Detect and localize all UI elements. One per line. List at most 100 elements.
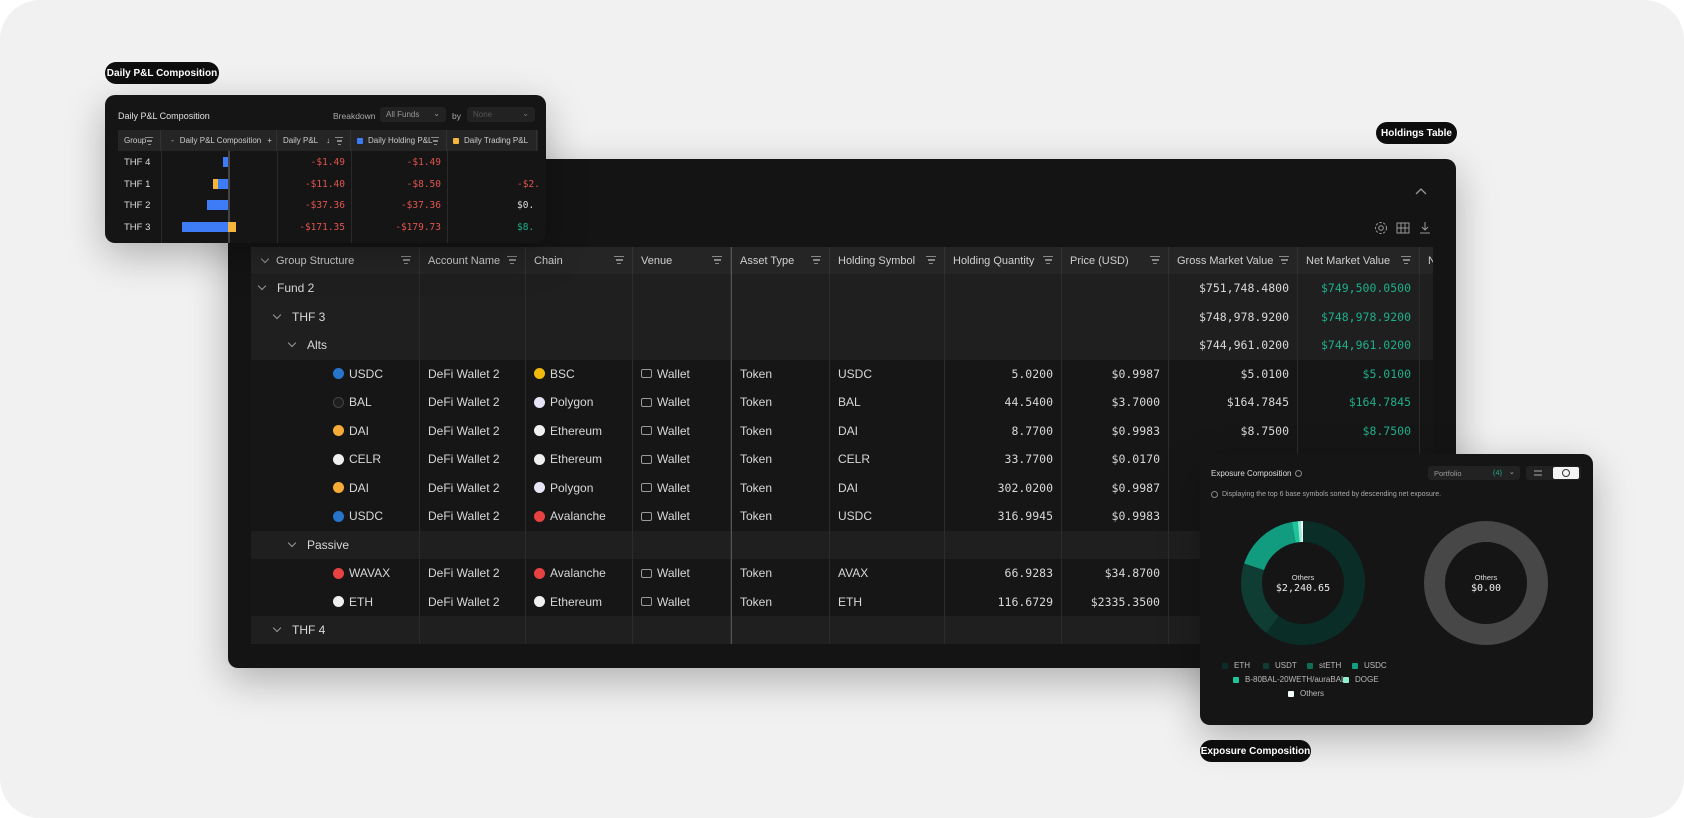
collapse-button[interactable]: - bbox=[171, 136, 174, 145]
chevron-down-icon[interactable] bbox=[272, 310, 282, 319]
pie-view-button[interactable] bbox=[1553, 467, 1579, 479]
filter-icon[interactable] bbox=[430, 137, 440, 146]
filter-icon[interactable] bbox=[811, 256, 821, 265]
table-row[interactable]: USDC DeFi Wallet 2 BSC Wallet Token USDC 5.020… bbox=[251, 359, 1433, 388]
table-row[interactable]: BAL DeFi Wallet 2 Polygon Wallet Token BAL 44.… bbox=[251, 388, 1433, 417]
group-row[interactable]: Fund 2 $751,748.4800 $749,500.0500 bbox=[251, 274, 1433, 303]
column-header[interactable]: Account Name bbox=[420, 247, 526, 274]
pnl-header-holding[interactable]: Daily Holding P&L bbox=[351, 130, 447, 151]
filter-icon[interactable] bbox=[1401, 256, 1411, 265]
legend-item[interactable]: ETH bbox=[1222, 661, 1250, 670]
account-text: DeFi Wallet 2 bbox=[428, 509, 500, 524]
cell-gross: $751,748.4800 bbox=[1169, 274, 1298, 303]
group-row[interactable]: Alts $744,961.0200 $744,961.0200 bbox=[251, 331, 1433, 360]
column-header[interactable]: Gross Market Value bbox=[1169, 247, 1298, 274]
column-header[interactable]: Net Market Value bbox=[1298, 247, 1420, 274]
pnl-title: Daily P&L Composition bbox=[118, 111, 210, 121]
qty-text: 316.9945 bbox=[997, 509, 1053, 524]
column-header[interactable]: Venue bbox=[633, 247, 731, 274]
token-icon bbox=[333, 368, 344, 380]
column-header[interactable]: Holding Quantity bbox=[945, 247, 1062, 274]
column-header[interactable]: Asset Type bbox=[731, 247, 830, 274]
pnl-group: THF 4 bbox=[124, 157, 151, 168]
cell-account: DeFi Wallet 2 bbox=[420, 587, 526, 616]
cell-price: $2335.3500 bbox=[1062, 587, 1169, 616]
pnl-header-group[interactable]: Group bbox=[118, 130, 161, 151]
wallet-icon bbox=[641, 597, 652, 607]
sort-desc-icon[interactable]: ↓ bbox=[326, 136, 330, 145]
cell-asset bbox=[731, 530, 830, 559]
legend-item[interactable]: Others bbox=[1288, 689, 1324, 698]
chevron-down-icon[interactable] bbox=[287, 339, 297, 348]
chevron-down-icon[interactable] bbox=[287, 538, 297, 547]
filter-icon[interactable] bbox=[614, 256, 624, 265]
column-header[interactable]: Holding Symbol bbox=[830, 247, 945, 274]
asset-text: Token bbox=[740, 594, 773, 609]
cell-net: $744,961.0200 bbox=[1298, 331, 1420, 360]
cell-venue: Wallet bbox=[633, 502, 731, 531]
header-label: Daily P&L bbox=[283, 136, 319, 145]
expand-button[interactable]: + bbox=[267, 136, 272, 145]
legend-item[interactable]: USDC bbox=[1352, 661, 1387, 670]
holding-pnl: -$1.49 bbox=[406, 157, 441, 168]
info-icon[interactable] bbox=[1295, 470, 1303, 477]
chevron-down-icon[interactable] bbox=[257, 282, 267, 291]
by-select[interactable]: None ⌄ bbox=[467, 107, 535, 122]
breakdown-select[interactable]: All Funds ⌄ bbox=[380, 107, 446, 122]
legend-label: stETH bbox=[1319, 661, 1342, 670]
legend-label: ETH bbox=[1234, 661, 1250, 670]
expand-all-icon[interactable] bbox=[260, 254, 270, 263]
qty-text: 8.7700 bbox=[1011, 423, 1053, 438]
chevron-down-icon[interactable] bbox=[272, 624, 282, 633]
token-icon bbox=[333, 596, 344, 608]
symbol-text: ETH bbox=[838, 594, 862, 609]
filter-icon[interactable] bbox=[1279, 256, 1289, 265]
cell-venue bbox=[633, 530, 731, 559]
filter-icon[interactable] bbox=[144, 137, 154, 146]
filter-icon[interactable] bbox=[926, 256, 936, 265]
cell-asset: Token bbox=[731, 559, 830, 588]
filter-icon[interactable] bbox=[1043, 256, 1053, 265]
filter-icon[interactable] bbox=[401, 256, 411, 265]
filter-icon[interactable] bbox=[712, 256, 722, 265]
column-header[interactable]: Group Structure bbox=[251, 247, 420, 274]
settings-icon[interactable] bbox=[1374, 221, 1388, 235]
legend-item[interactable]: USDT bbox=[1263, 661, 1297, 670]
filter-icon[interactable] bbox=[1150, 256, 1160, 265]
legend-label: B-80BAL-20WETH/auraBAL bbox=[1245, 675, 1346, 684]
column-divider bbox=[351, 151, 352, 243]
pnl-header-daily[interactable]: Daily P&L ↓ bbox=[277, 130, 351, 151]
table-row[interactable]: DAI DeFi Wallet 2 Ethereum Wallet Token DAI 8.… bbox=[251, 416, 1433, 445]
column-header[interactable]: Price (USD) bbox=[1062, 247, 1169, 274]
legend-item[interactable]: stETH bbox=[1307, 661, 1341, 670]
chain-icon bbox=[534, 396, 545, 408]
filter-icon[interactable] bbox=[507, 256, 517, 265]
token-icon bbox=[333, 425, 344, 437]
cell-qty: 66.9283 bbox=[945, 559, 1062, 588]
chain-text: Avalanche bbox=[550, 509, 606, 524]
columns-icon[interactable] bbox=[1396, 221, 1410, 235]
cell-account bbox=[420, 331, 526, 360]
cell-symbol: ETH bbox=[830, 587, 945, 616]
column-header[interactable]: Chain bbox=[526, 247, 633, 274]
legend-item[interactable]: B-80BAL-20WETH/auraBAL bbox=[1233, 675, 1346, 684]
column-header[interactable]: N bbox=[1420, 247, 1433, 274]
pnl-header-composition[interactable]: - Daily P&L Composition + bbox=[161, 130, 277, 151]
list-view-icon[interactable] bbox=[1534, 470, 1542, 476]
price-text: $0.0170 bbox=[1111, 452, 1160, 467]
cell-label: WAVAX bbox=[251, 559, 420, 588]
cell-symbol: BAL bbox=[830, 388, 945, 417]
legend-item[interactable]: DOGE bbox=[1343, 675, 1379, 684]
cell-qty: 5.0200 bbox=[945, 359, 1062, 388]
portfolio-select[interactable]: Portfolio (4) ⌄ bbox=[1428, 466, 1520, 480]
cell-gross: $744,961.0200 bbox=[1169, 331, 1298, 360]
filter-icon[interactable] bbox=[334, 137, 344, 146]
pnl-header-trading[interactable]: Daily Trading P&L bbox=[447, 130, 537, 151]
group-row[interactable]: THF 3 $748,978.9200 $748,978.9200 bbox=[251, 302, 1433, 331]
collapse-icon[interactable] bbox=[1415, 187, 1427, 195]
price-text: $3.7000 bbox=[1111, 395, 1160, 410]
donut-right-label: Others bbox=[1474, 573, 1498, 582]
asset-text: Token bbox=[740, 509, 773, 524]
download-icon[interactable] bbox=[1418, 221, 1432, 235]
symbol-text: USDC bbox=[838, 509, 873, 524]
